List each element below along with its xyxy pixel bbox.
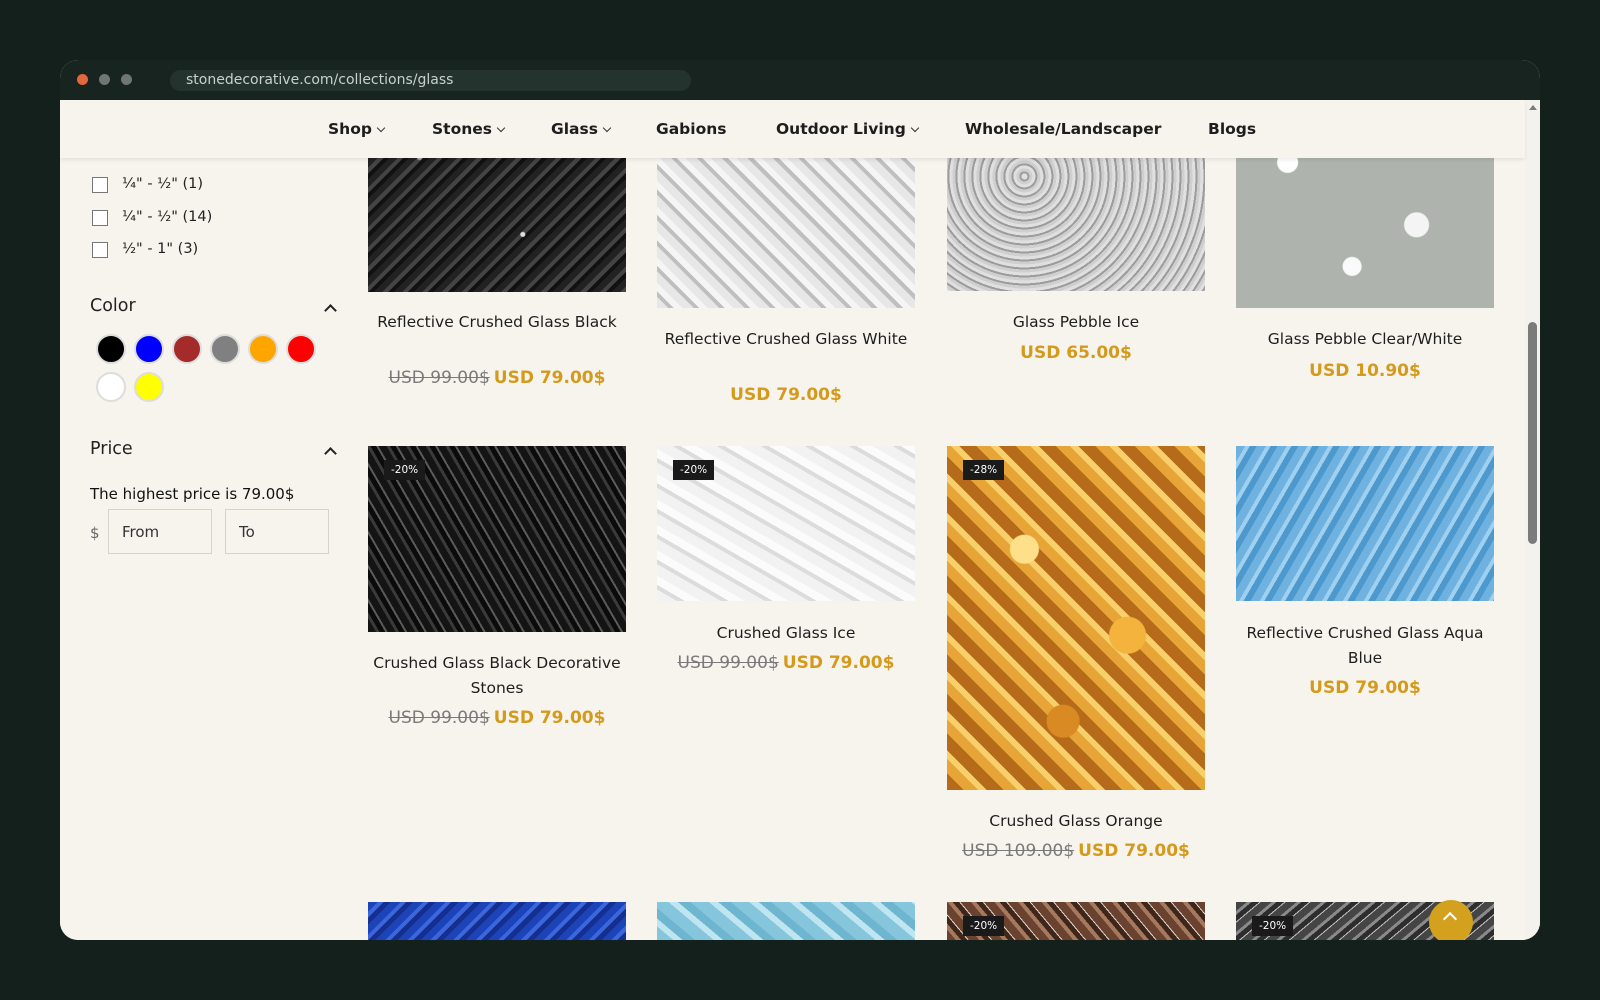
nav-item-wholesale[interactable]: Wholesale/Landscaper bbox=[965, 100, 1161, 158]
chevron-up-icon[interactable] bbox=[324, 304, 337, 317]
product-name[interactable]: Reflective Crushed Glass White bbox=[657, 327, 915, 352]
product-name[interactable]: Glass Pebble Ice bbox=[947, 310, 1205, 335]
chevron-up-icon[interactable] bbox=[324, 447, 337, 460]
product-image[interactable] bbox=[368, 902, 626, 940]
product-price: USD 109.00$ USD 79.00$ bbox=[947, 841, 1205, 861]
nav-item-label: Blogs bbox=[1208, 120, 1257, 138]
checkbox[interactable] bbox=[92, 177, 108, 193]
nav-item-blogs[interactable]: Blogs bbox=[1208, 100, 1256, 158]
color-swatch-white[interactable] bbox=[96, 372, 126, 402]
color-swatch-orange[interactable] bbox=[248, 334, 278, 364]
product-name[interactable]: Crushed Glass Orange bbox=[947, 809, 1205, 834]
sale-price: USD 65.00$ bbox=[1020, 343, 1132, 363]
scroll-up-arrow-icon[interactable] bbox=[1529, 105, 1537, 110]
color-swatch-gray[interactable] bbox=[210, 334, 240, 364]
chevron-down-icon bbox=[496, 123, 506, 133]
product-image[interactable]: -20% bbox=[368, 446, 626, 632]
nav-item-label: Glass bbox=[551, 120, 598, 138]
browser-window: stonedecorative.com/collections/glass Sh… bbox=[60, 60, 1540, 940]
discount-badge: -20% bbox=[963, 916, 1005, 936]
nav-item-label: Stones bbox=[432, 120, 492, 138]
product-price: USD 65.00$ bbox=[947, 343, 1205, 363]
chevron-down-icon bbox=[376, 123, 386, 133]
nav-item-label: Gabions bbox=[656, 120, 727, 138]
sale-price: USD 79.00$ bbox=[1078, 841, 1190, 861]
browser-titlebar: stonedecorative.com/collections/glass bbox=[60, 60, 1540, 100]
discount-badge: -20% bbox=[384, 460, 426, 480]
color-swatch-black[interactable] bbox=[96, 334, 126, 364]
color-swatch-brown[interactable] bbox=[172, 334, 202, 364]
sale-price: USD 79.00$ bbox=[730, 385, 842, 405]
product-name[interactable]: Reflective Crushed Glass Black bbox=[368, 310, 626, 335]
close-window-icon[interactable] bbox=[77, 74, 88, 85]
filter-option-label: ½" - 1" (3) bbox=[122, 241, 199, 257]
color-swatch-red[interactable] bbox=[286, 334, 316, 364]
product-image[interactable]: -28% bbox=[947, 446, 1205, 790]
product-name[interactable]: Crushed Glass Ice bbox=[657, 621, 915, 646]
nav-item-outdoor-living[interactable]: Outdoor Living bbox=[776, 100, 920, 158]
scrollbar-thumb[interactable] bbox=[1528, 322, 1537, 544]
nav-item-stones[interactable]: Stones bbox=[432, 100, 506, 158]
sale-price: USD 79.00$ bbox=[782, 653, 895, 673]
minimize-window-icon[interactable] bbox=[99, 74, 110, 85]
nav-item-label: Outdoor Living bbox=[776, 120, 906, 138]
page-scrollbar[interactable] bbox=[1525, 100, 1540, 940]
nav-item-label: Shop bbox=[328, 120, 372, 138]
chevron-down-icon bbox=[602, 123, 612, 133]
color-swatch-yellow[interactable] bbox=[134, 372, 164, 402]
chevron-down-icon bbox=[910, 123, 920, 133]
product-name[interactable]: Reflective Crushed Glass Aqua Blue bbox=[1236, 621, 1494, 670]
filter-option-label: ¼" - ½" (14) bbox=[122, 209, 213, 225]
arrow-up-icon bbox=[1442, 911, 1458, 927]
product-image[interactable] bbox=[657, 902, 915, 940]
product-name[interactable]: Glass Pebble Clear/White bbox=[1236, 327, 1494, 352]
checkbox[interactable] bbox=[92, 210, 108, 226]
highest-price-note: The highest price is 79.00$ bbox=[90, 485, 295, 503]
sale-price: USD 79.00$ bbox=[493, 368, 606, 388]
sale-price: USD 79.00$ bbox=[493, 708, 606, 728]
old-price: USD 99.00$ bbox=[388, 368, 490, 388]
product-price: USD 99.00$ USD 79.00$ bbox=[368, 708, 626, 728]
old-price: USD 109.00$ bbox=[962, 841, 1075, 861]
nav-item-gabions[interactable]: Gabions bbox=[656, 100, 727, 158]
color-filter-title[interactable]: Color bbox=[90, 296, 136, 316]
sale-price: USD 10.90$ bbox=[1309, 361, 1421, 381]
product-price: USD 99.00$ USD 79.00$ bbox=[657, 653, 915, 673]
product-image[interactable]: -20% bbox=[657, 446, 915, 601]
page-viewport: Shop Stones Glass Gabions Outdoor Living… bbox=[60, 100, 1540, 940]
main-nav: Shop Stones Glass Gabions Outdoor Living… bbox=[60, 100, 1525, 158]
discount-badge: -28% bbox=[963, 460, 1005, 480]
discount-badge: -20% bbox=[673, 460, 715, 480]
old-price: USD 99.00$ bbox=[677, 653, 779, 673]
price-to-input[interactable] bbox=[225, 509, 329, 554]
scroll-to-top-button[interactable] bbox=[1429, 900, 1473, 940]
color-swatch-blue[interactable] bbox=[134, 334, 164, 364]
product-price: USD 79.00$ bbox=[1236, 678, 1494, 698]
filter-option-label: ¼" - ½" (1) bbox=[122, 176, 204, 192]
discount-badge: -20% bbox=[1252, 916, 1294, 936]
product-image[interactable]: -20% bbox=[947, 902, 1205, 940]
address-bar[interactable]: stonedecorative.com/collections/glass bbox=[170, 70, 691, 91]
nav-item-label: Wholesale/Landscaper bbox=[965, 120, 1162, 138]
old-price: USD 99.00$ bbox=[388, 708, 490, 728]
nav-item-shop[interactable]: Shop bbox=[328, 100, 386, 158]
product-price: USD 10.90$ bbox=[1236, 361, 1494, 381]
checkbox[interactable] bbox=[92, 242, 108, 258]
price-from-input[interactable] bbox=[108, 509, 212, 554]
product-image[interactable] bbox=[1236, 446, 1494, 601]
currency-symbol: $ bbox=[90, 524, 100, 542]
maximize-window-icon[interactable] bbox=[121, 74, 132, 85]
product-price: USD 99.00$ USD 79.00$ bbox=[368, 368, 626, 388]
sale-price: USD 79.00$ bbox=[1309, 678, 1421, 698]
product-name[interactable]: Crushed Glass Black Decorative Stones bbox=[368, 651, 626, 700]
product-price: USD 79.00$ bbox=[657, 385, 915, 405]
nav-item-glass[interactable]: Glass bbox=[551, 100, 612, 158]
price-filter-title[interactable]: Price bbox=[90, 439, 133, 459]
